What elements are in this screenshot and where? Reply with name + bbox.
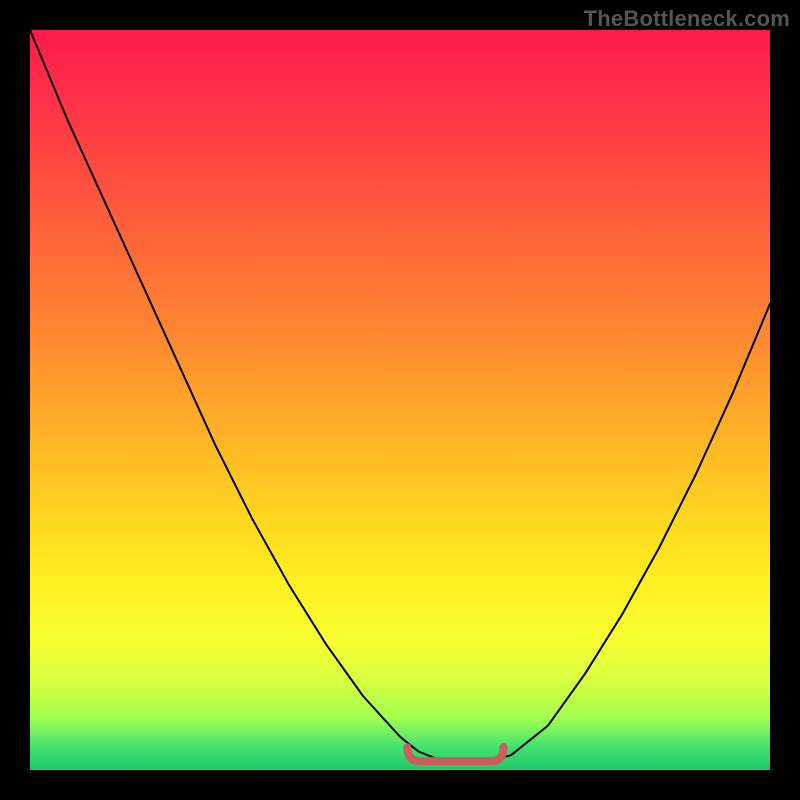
chart-stage: TheBottleneck.com [0,0,800,800]
chart-svg [30,30,770,770]
watermark-credit: TheBottleneck.com [584,6,790,32]
plot-area [30,30,770,770]
minimum-marker [407,747,503,761]
bottleneck-curve [30,30,770,763]
